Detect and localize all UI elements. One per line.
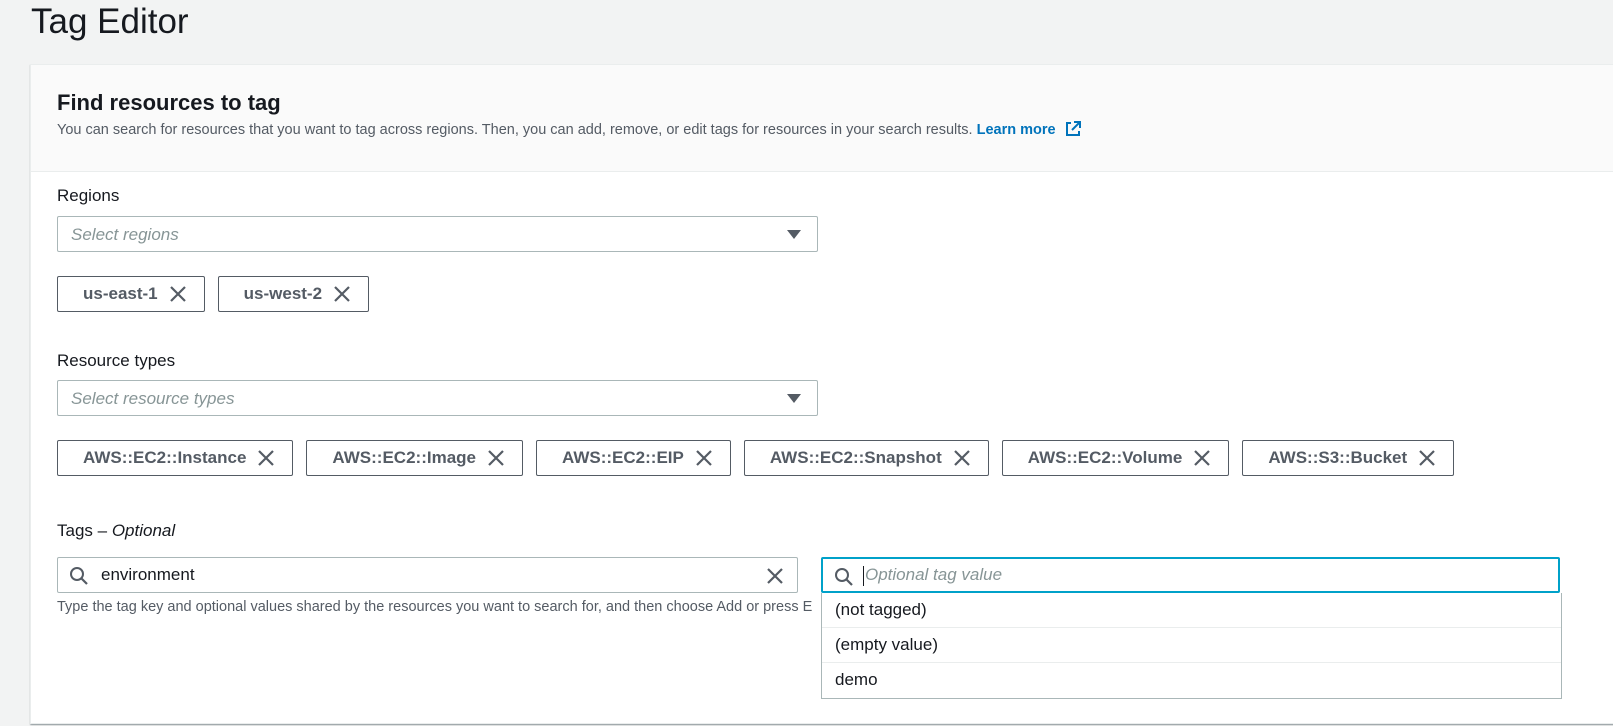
- tag-value-dropdown: (not tagged) (empty value) demo: [821, 593, 1562, 699]
- tags-label: Tags – Optional: [57, 521, 175, 541]
- learn-more-link[interactable]: Learn more: [976, 120, 1082, 138]
- resource-types-select[interactable]: Select resource types: [57, 380, 818, 416]
- resource-type-token-label: AWS::S3::Bucket: [1268, 448, 1408, 467]
- tags-hint: Type the tag key and optional values sha…: [57, 599, 813, 615]
- dropdown-option[interactable]: demo: [822, 663, 1561, 698]
- regions-token-list: us-east-1 us-west-2: [57, 276, 382, 312]
- region-token-label: us-west-2: [243, 284, 323, 303]
- regions-label: Regions: [57, 186, 120, 205]
- resource-type-token: AWS::S3::Bucket: [1242, 440, 1455, 476]
- close-icon[interactable]: [256, 448, 276, 468]
- search-icon: [835, 568, 853, 586]
- panel-description-text: You can search for resources that you wa…: [57, 122, 973, 138]
- text-cursor: [863, 566, 864, 586]
- resource-type-token: AWS::EC2::Image: [306, 440, 523, 476]
- close-icon[interactable]: [332, 284, 352, 304]
- external-link-icon: [1065, 120, 1081, 136]
- learn-more-label: Learn more: [976, 122, 1056, 138]
- resource-type-token-label: AWS::EC2::Image: [332, 448, 476, 467]
- resource-types-token-list: AWS::EC2::Instance AWS::EC2::Image AWS::…: [57, 440, 1467, 476]
- region-token-label: us-east-1: [83, 284, 158, 303]
- panel-description: You can search for resources that you wa…: [57, 120, 1082, 138]
- region-token: us-east-1: [57, 276, 205, 312]
- resource-type-token: AWS::EC2::Volume: [1001, 440, 1230, 476]
- panel-title: Find resources to tag: [57, 90, 281, 115]
- close-icon[interactable]: [765, 566, 785, 586]
- regions-placeholder: Select regions: [71, 225, 179, 244]
- search-icon: [70, 567, 88, 585]
- page-title: Tag Editor: [31, 2, 189, 41]
- tag-key-value: environment: [101, 565, 195, 584]
- close-icon[interactable]: [952, 448, 972, 468]
- resource-types-label: Resource types: [57, 351, 176, 370]
- tags-label-optional: Optional: [111, 521, 176, 540]
- resource-type-token: AWS::EC2::EIP: [536, 440, 731, 476]
- caret-down-icon: [787, 394, 801, 403]
- caret-down-icon: [787, 230, 801, 239]
- resource-type-token-label: AWS::EC2::EIP: [562, 448, 684, 467]
- resource-types-placeholder: Select resource types: [71, 389, 235, 408]
- close-icon[interactable]: [168, 284, 188, 304]
- tag-value-placeholder: Optional tag value: [865, 565, 1003, 584]
- resource-type-token-label: AWS::EC2::Snapshot: [769, 448, 942, 467]
- resource-type-token-label: AWS::EC2::Volume: [1027, 448, 1183, 467]
- close-icon[interactable]: [694, 448, 714, 468]
- dropdown-option[interactable]: (not tagged): [822, 593, 1561, 628]
- tags-label-text: Tags –: [57, 521, 112, 540]
- panel-header: Find resources to tag You can search for…: [31, 65, 1613, 172]
- dropdown-option[interactable]: (empty value): [822, 628, 1561, 663]
- find-resources-panel: Find resources to tag You can search for…: [30, 64, 1613, 724]
- resource-type-token: AWS::EC2::Snapshot: [743, 440, 989, 476]
- regions-select[interactable]: Select regions: [57, 216, 818, 252]
- tag-value-input[interactable]: Optional tag value: [821, 557, 1560, 593]
- resource-type-token-label: AWS::EC2::Instance: [83, 448, 247, 467]
- close-icon[interactable]: [1192, 448, 1212, 468]
- tag-key-input[interactable]: environment: [57, 557, 798, 593]
- close-icon[interactable]: [486, 448, 506, 468]
- region-token: us-west-2: [217, 276, 370, 312]
- close-icon[interactable]: [1417, 448, 1437, 468]
- resource-type-token: AWS::EC2::Instance: [57, 440, 294, 476]
